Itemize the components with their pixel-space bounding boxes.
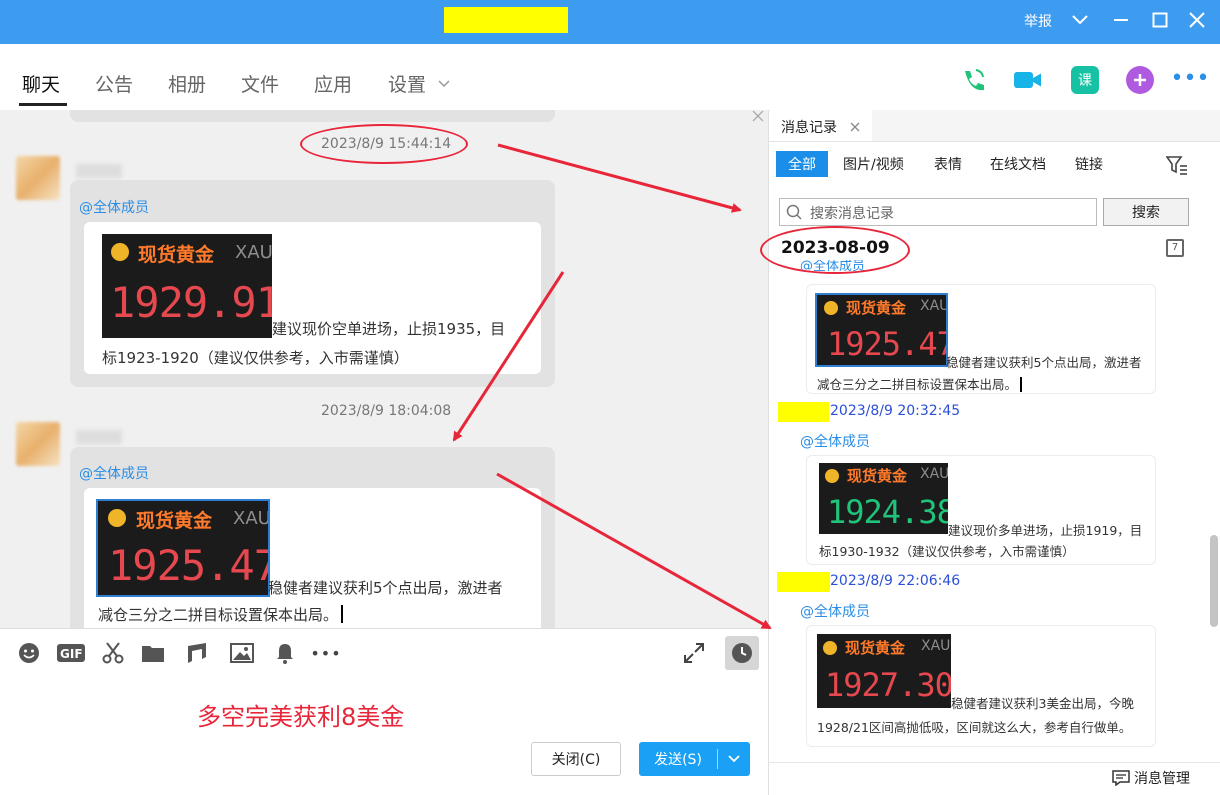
divider [768,141,1220,142]
bell-icon[interactable] [273,641,297,665]
mention-all: @全体成员 [800,434,870,450]
scissors-icon[interactable] [101,641,125,665]
more-tools-icon[interactable]: ••• [310,641,340,665]
message-text: 建议现价空单进场，止损1935，目 [272,320,506,338]
avatar[interactable] [16,422,60,466]
close-icon[interactable] [1185,8,1209,32]
gold-price-image[interactable]: 现货黄金 XAU 1924.38 [819,463,948,534]
message-management-label: 消息管理 [1134,771,1190,787]
filter-icon[interactable] [1165,155,1188,179]
svg-text:GIF: GIF [60,647,83,661]
message-text: 减仓三分之二拼目标设置保本出局。 [98,604,344,625]
history-text: 标1930-1932（建议仅供参考，入市需谨慎） [819,544,1075,559]
tab-announcement[interactable]: 公告 [95,70,133,97]
mention-all: @全体成员 [800,604,870,620]
gold-price-image[interactable]: 现货黄金 XAU 1925.47 [96,499,270,597]
chat-manage-icon [1112,770,1130,787]
history-scrollbar[interactable] [1210,535,1218,627]
add-app-icon[interactable] [1126,66,1154,94]
chevron-down-icon [438,80,450,88]
calendar-icon[interactable]: 7 [1166,239,1184,257]
maximize-icon[interactable] [1148,8,1172,32]
tab-files[interactable]: 文件 [241,70,279,97]
tab-settings-label: 设置 [388,74,427,96]
clock-icon [732,643,752,663]
gold-price-image[interactable]: 现货黄金 XAU 1929.91 [102,234,272,338]
music-icon[interactable] [185,641,209,665]
tab-underline [19,103,67,106]
tab-chat[interactable]: 聊天 [22,70,60,97]
class-icon[interactable]: 课 [1071,66,1099,94]
close-icon[interactable] [850,122,860,132]
message-input[interactable] [0,676,768,795]
message-text: 稳健者建议获利5个点出局，激进者 [268,579,503,597]
mention-all[interactable]: @全体成员 [79,463,149,483]
redacted-sender [777,572,830,592]
search-button[interactable]: 搜索 [1103,198,1189,226]
history-text: 1928/21区间高抛低吸，区间就这么大，参考自行做单。 [817,720,1132,735]
filter-emoji[interactable]: 表情 [922,151,974,177]
send-button[interactable]: 发送(S) [639,742,750,776]
history-text: 稳健者建议获利5个点出局，激进者 [946,355,1142,370]
gold-price-image[interactable]: 现货黄金 XAU 1925.47 [815,293,948,367]
history-text: 稳健者建议获利3美金出局，今晚 [951,696,1134,711]
minimize-icon[interactable] [1109,8,1133,32]
close-button[interactable]: 关闭(C) [531,742,621,776]
annotation-ellipse [300,124,468,164]
report-button[interactable]: 举报 [1024,11,1052,31]
history-search-input[interactable]: 搜索消息记录 [779,198,1097,226]
panel-divider [768,110,769,795]
history-text: 建议现价多单进场，止损1919，目 [948,523,1143,538]
sender-name [76,430,122,444]
previous-bubble [70,110,555,122]
history-tab-label: 消息记录 [781,120,837,136]
send-label: 发送(S) [654,752,702,768]
filter-docs[interactable]: 在线文档 [978,151,1058,177]
image-icon[interactable] [230,641,254,665]
tab-settings[interactable]: 设置 [388,70,450,97]
mention-all[interactable]: @全体成员 [79,197,149,217]
filter-links[interactable]: 链接 [1063,151,1115,177]
annotation-ellipse [760,226,910,274]
phone-call-icon[interactable] [958,66,986,94]
message-management-button[interactable]: 消息管理 [1112,768,1190,788]
chevron-down-icon[interactable] [718,752,750,766]
gold-price-image[interactable]: 现货黄金 XAU 1927.30 [817,634,951,708]
tab-album[interactable]: 相册 [168,70,206,97]
history-tab[interactable]: 消息记录 [770,110,872,143]
avatar[interactable] [16,156,60,200]
chevron-down-icon[interactable] [1068,8,1092,32]
history-tabbar [872,110,1220,141]
redacted-group-name [444,7,568,33]
emoji-icon[interactable] [17,641,41,665]
filter-media[interactable]: 图片/视频 [831,151,916,177]
expand-icon[interactable] [682,641,706,665]
message-history-button[interactable] [725,636,759,670]
folder-icon[interactable] [141,641,165,665]
video-call-icon[interactable] [1013,66,1041,94]
tab-apps[interactable]: 应用 [314,70,352,97]
close-icon[interactable] [752,110,764,126]
filter-all[interactable]: 全部 [776,151,828,177]
search-placeholder: 搜索消息记录 [810,206,894,222]
more-icon[interactable]: ••• [1171,64,1209,92]
search-icon [786,204,802,220]
redacted-sender [778,402,829,422]
history-text: 减仓三分之二拼目标设置保本出局。 [817,374,1023,393]
input-text[interactable]: 多空完美获利8美金 [197,697,404,732]
message-text: 标1923-1920（建议仅供参考，入市需谨慎） [102,349,409,367]
gif-icon[interactable]: GIF [57,641,85,665]
sender-name [76,164,122,178]
history-timestamp: 2023/8/9 22:06:46 [830,573,961,589]
history-timestamp: 2023/8/9 20:32:45 [830,403,961,419]
divider [768,762,1220,763]
message-timestamp: 2023/8/9 18:04:08 [321,403,452,419]
